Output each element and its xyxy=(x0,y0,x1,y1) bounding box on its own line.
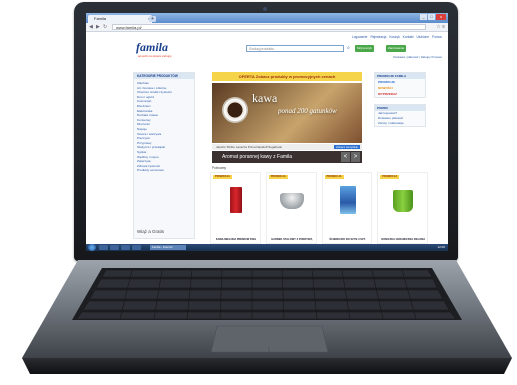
site-logo[interactable]: famila xyxy=(136,40,168,55)
sale-link[interactable]: WYPRZEDAŻ xyxy=(375,91,425,97)
hero-slider[interactable]: kawa ponad 200 gatunków xyxy=(212,83,362,143)
top-navigation: Logowanie Rejestracja Koszyk Kontakt Ulu… xyxy=(352,35,442,39)
product-card[interactable]: PROMOCJA ŚCIERECZKI DO SZYB 3 SZT. xyxy=(321,172,373,244)
slider-caption-text: Aromat porannej kawy z Famila xyxy=(222,154,293,160)
nav-contact[interactable]: Kontakt xyxy=(403,35,414,39)
slider-next-button[interactable]: > xyxy=(351,152,360,162)
product-badge: PROMOCJA xyxy=(324,175,344,179)
laptop: Famila × + _ □ x ◀ ▶ ↻ www.famila.pl/ ☆ … xyxy=(0,0,517,385)
taskbar-app-icon[interactable] xyxy=(99,245,108,250)
slider-arrows: < > xyxy=(341,152,360,162)
cart-button[interactable]: Mój koszyk xyxy=(355,45,374,52)
new-tab-button[interactable]: + xyxy=(149,16,156,22)
start-button-icon[interactable] xyxy=(88,244,96,251)
help-box: POMOC Jak kupować? Dostawa i płatność Zw… xyxy=(374,104,426,127)
search-icon[interactable]: ⌕ xyxy=(345,45,352,52)
hero-title: kawa xyxy=(252,91,278,105)
taskbar-app-icon[interactable] xyxy=(121,245,130,250)
product-badge: PROMOCJA xyxy=(268,175,288,179)
pot-image xyxy=(279,193,304,209)
brand-logos: Jacobs Tchibo Lavazza Prima Davidoff Seg… xyxy=(216,145,283,149)
category-sidebar: KATEGORIE PRODUKTÓW Alkohole Art. biurow… xyxy=(133,72,195,239)
sub-links[interactable]: Dostawa i płatność | Zakupy firmowe xyxy=(393,55,442,59)
laptop-front-edge xyxy=(22,358,512,374)
minimize-button[interactable]: _ xyxy=(420,14,427,20)
sidebar-item[interactable]: Produkty sezonowe xyxy=(137,168,194,173)
address-bar-row: ◀ ▶ ↻ www.famila.pl/ ☆ ≡ xyxy=(86,23,448,32)
order-button[interactable]: Zamówienie xyxy=(386,45,407,52)
product-name: DONICZKA CERAMICZNA ZIELONA xyxy=(381,238,426,241)
hero-subtitle: ponad 200 gatunków xyxy=(278,107,337,115)
url-input[interactable]: www.famila.pl/ xyxy=(112,24,426,30)
coffee-pack-image xyxy=(230,187,242,213)
coffee-cup-image xyxy=(222,97,248,123)
forward-arrow-icon[interactable]: ▶ xyxy=(96,24,100,30)
settings-icon[interactable]: ☆ ≡ xyxy=(436,24,445,30)
product-name: KAWA MIELONA PREMIUM 500G xyxy=(215,238,257,241)
laptop-base xyxy=(22,260,512,374)
back-arrow-icon[interactable]: ◀ xyxy=(89,24,93,30)
taskbar-active-window[interactable]: Famila - Internet xyxy=(150,245,186,250)
brand-strip: Jacobs Tchibo Lavazza Prima Davidoff Seg… xyxy=(212,144,362,150)
slider-caption: Aromat porannej kawy z Famila < > xyxy=(212,151,362,163)
browser-tab[interactable]: Famila × xyxy=(88,15,152,23)
promotions-box: PROMOCJE FAMILA PROMOCJE NOWOŚCI WYPRZED… xyxy=(374,72,426,98)
nav-login[interactable]: Logowanie xyxy=(352,35,367,39)
window-controls: _ □ x xyxy=(420,14,446,20)
product-card[interactable]: PROMOCJA GARNEK STALOWY Z POKRYWĄ xyxy=(265,172,317,244)
browser-titlebar: Famila × + _ □ x xyxy=(86,13,448,23)
category-list: Alkohole Art. biurowe i szkolne Chemia i… xyxy=(134,81,194,173)
product-badge: PROMOCJA xyxy=(380,175,400,179)
right-column: PROMOCJE FAMILA PROMOCJE NOWOŚCI WYPRZED… xyxy=(374,72,426,133)
sidebar-heading: KATEGORIE PRODUKTÓW xyxy=(134,73,194,79)
laptop-lid: Famila × + _ □ x ◀ ▶ ↻ www.famila.pl/ ☆ … xyxy=(74,2,458,261)
touchpad xyxy=(210,325,329,353)
reload-icon[interactable]: ↻ xyxy=(103,24,107,30)
taskbar-app-icon[interactable] xyxy=(110,245,119,250)
search-input[interactable]: Szukaj produktu xyxy=(246,45,344,52)
cleaning-cloth-image xyxy=(339,186,356,214)
nav-help[interactable]: Pomoc xyxy=(432,35,442,39)
system-tray-clock: 12:00 xyxy=(437,245,445,249)
os-taskbar: Famila - Internet 12:00 xyxy=(86,244,448,251)
close-window-button[interactable]: x xyxy=(436,14,446,20)
nav-register[interactable]: Rejestracja xyxy=(370,35,386,39)
products-section-label: Polecamy xyxy=(212,166,226,170)
site-tagline: sposób na lepsze zakupy xyxy=(138,54,172,58)
web-page: Logowanie Rejestracja Koszyk Kontakt Ulu… xyxy=(86,32,448,244)
help-link[interactable]: Zwroty i reklamacje xyxy=(375,121,425,126)
slider-prev-button[interactable]: < xyxy=(341,152,350,162)
webcam-icon xyxy=(263,7,267,11)
maximize-button[interactable]: □ xyxy=(428,14,435,20)
sidebar-blog-link[interactable]: Wiąż a Gratis xyxy=(137,229,164,234)
product-list: PROMOCJA KAWA MIELONA PREMIUM 500G PROMO… xyxy=(210,172,428,244)
brands-button[interactable]: Zobacz wszystkie xyxy=(334,145,360,149)
product-badge: PROMOCJA xyxy=(213,175,232,179)
taskbar-app-icon[interactable] xyxy=(132,245,141,250)
product-name: ŚCIERECZKI DO SZYB 3 SZT. xyxy=(329,238,366,241)
tab-title: Famila xyxy=(94,16,107,21)
product-card[interactable]: PROMOCJA DONICZKA CERAMICZNA ZIELONA xyxy=(377,172,428,244)
nav-favourites[interactable]: Ulubione xyxy=(416,35,429,39)
laptop-screen: Famila × + _ □ x ◀ ▶ ↻ www.famila.pl/ ☆ … xyxy=(86,13,448,251)
promo-banner[interactable]: OFERTA Zobacz produkty w promocyjnych ce… xyxy=(212,72,362,81)
nav-cart[interactable]: Koszyk xyxy=(389,35,399,39)
product-name: GARNEK STALOWY Z POKRYWĄ xyxy=(271,238,313,241)
flower-pot-image xyxy=(393,190,414,212)
product-card[interactable]: PROMOCJA KAWA MIELONA PREMIUM 500G xyxy=(210,172,261,244)
